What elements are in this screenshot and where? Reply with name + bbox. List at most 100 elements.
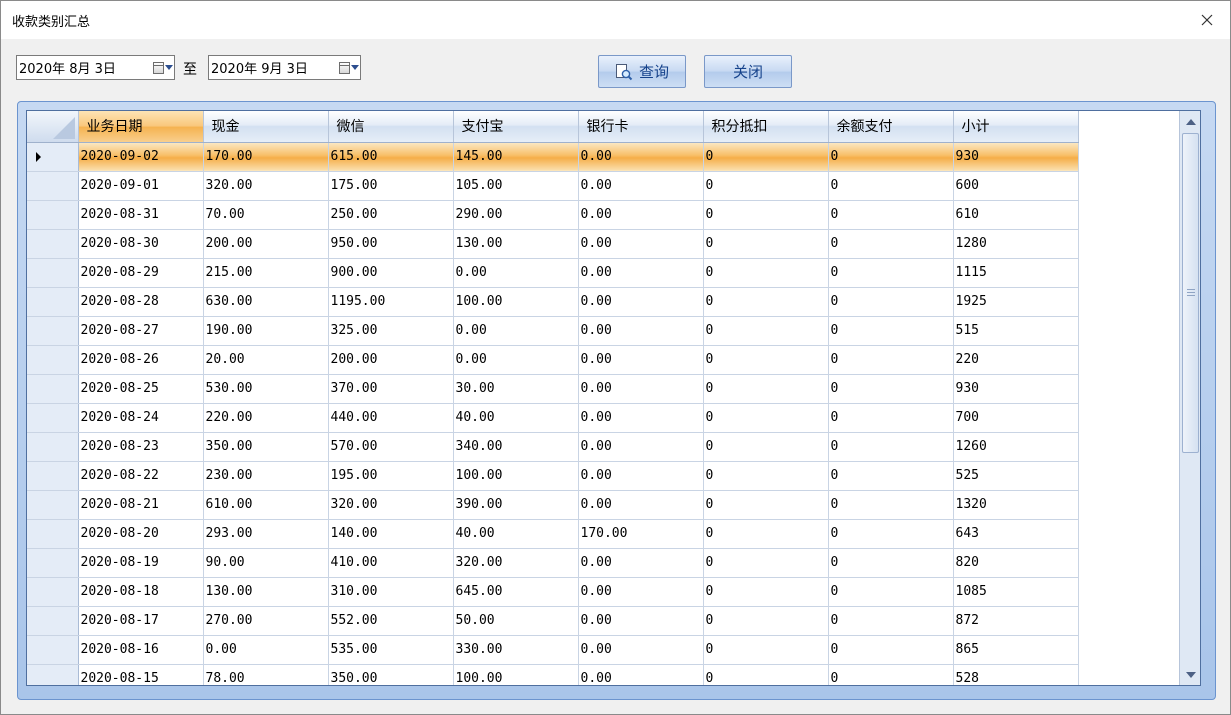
- table-row[interactable]: 2020-08-24 220.00 440.00 40.00 0.00 0 0 700: [27, 403, 1079, 433]
- table-cell[interactable]: 535.00: [328, 635, 454, 665]
- table-cell[interactable]: 865: [953, 635, 1079, 665]
- table-cell[interactable]: 2020-08-31: [78, 200, 204, 230]
- row-header[interactable]: [27, 229, 79, 259]
- table-cell[interactable]: 50.00: [453, 606, 579, 636]
- table-cell[interactable]: 0: [828, 258, 954, 288]
- table-cell[interactable]: 100.00: [453, 664, 579, 685]
- table-cell[interactable]: 2020-08-28: [78, 287, 204, 317]
- table-cell[interactable]: 440.00: [328, 403, 454, 433]
- select-all-corner[interactable]: [27, 111, 79, 143]
- table-cell[interactable]: 528: [953, 664, 1079, 685]
- table-cell[interactable]: 0: [703, 374, 829, 404]
- table-cell[interactable]: 1085: [953, 577, 1079, 607]
- table-cell[interactable]: 0.00: [578, 142, 704, 172]
- table-row[interactable]: 2020-08-30 200.00 950.00 130.00 0.00 0 0 1280: [27, 229, 1079, 259]
- table-cell[interactable]: 0.00: [578, 258, 704, 288]
- table-cell[interactable]: 330.00: [453, 635, 579, 665]
- table-cell[interactable]: 2020-08-26: [78, 345, 204, 375]
- table-cell[interactable]: 190.00: [203, 316, 329, 346]
- table-cell[interactable]: 0: [703, 606, 829, 636]
- table-cell[interactable]: 610.00: [203, 490, 329, 520]
- row-header[interactable]: [27, 432, 79, 462]
- table-cell[interactable]: 0.00: [578, 345, 704, 375]
- table-cell[interactable]: 2020-08-20: [78, 519, 204, 549]
- row-header[interactable]: [27, 577, 79, 607]
- table-cell[interactable]: 0.00: [453, 316, 579, 346]
- table-cell[interactable]: 0: [828, 287, 954, 317]
- table-cell[interactable]: 200.00: [203, 229, 329, 259]
- row-header[interactable]: [27, 664, 79, 685]
- table-cell[interactable]: 610: [953, 200, 1079, 230]
- table-cell[interactable]: 0: [703, 403, 829, 433]
- table-cell[interactable]: 525: [953, 461, 1079, 491]
- row-header[interactable]: [27, 403, 79, 433]
- table-cell[interactable]: 0.00: [578, 374, 704, 404]
- close-button[interactable]: 关闭: [704, 55, 792, 88]
- table-cell[interactable]: 215.00: [203, 258, 329, 288]
- table-cell[interactable]: 40.00: [453, 403, 579, 433]
- window-close-button[interactable]: [1184, 1, 1230, 39]
- query-button[interactable]: 查询: [598, 55, 686, 88]
- table-cell[interactable]: 145.00: [453, 142, 579, 172]
- table-cell[interactable]: 515: [953, 316, 1079, 346]
- scroll-down-button[interactable]: [1182, 666, 1199, 683]
- table-cell[interactable]: 0: [828, 374, 954, 404]
- table-cell[interactable]: 2020-09-01: [78, 171, 204, 201]
- table-row[interactable]: 2020-08-28 630.00 1195.00 100.00 0.00 0 0 1925: [27, 287, 1079, 317]
- table-row[interactable]: 2020-08-15 78.00 350.00 100.00 0.00 0 0 528: [27, 664, 1079, 685]
- table-cell[interactable]: 0.00: [578, 548, 704, 578]
- table-cell[interactable]: 0: [828, 171, 954, 201]
- table-cell[interactable]: 0.00: [578, 403, 704, 433]
- table-cell[interactable]: 320.00: [328, 490, 454, 520]
- table-row[interactable]: 2020-08-29 215.00 900.00 0.00 0.00 0 0 1115: [27, 258, 1079, 288]
- row-header[interactable]: [27, 142, 79, 172]
- scrollbar-thumb[interactable]: [1182, 133, 1199, 453]
- table-cell[interactable]: 90.00: [203, 548, 329, 578]
- row-header[interactable]: [27, 548, 79, 578]
- table-cell[interactable]: 2020-09-02: [78, 142, 204, 172]
- row-header[interactable]: [27, 606, 79, 636]
- table-row[interactable]: 2020-08-21 610.00 320.00 390.00 0.00 0 0 1320: [27, 490, 1079, 520]
- end-date-picker[interactable]: 2020年 9月 3日: [208, 55, 361, 80]
- table-cell[interactable]: 325.00: [328, 316, 454, 346]
- table-cell[interactable]: 2020-08-21: [78, 490, 204, 520]
- table-row[interactable]: 2020-09-01 320.00 175.00 105.00 0.00 0 0 600: [27, 171, 1079, 201]
- table-cell[interactable]: 600: [953, 171, 1079, 201]
- table-cell[interactable]: 0: [703, 432, 829, 462]
- summary-grid[interactable]: 业务日期 现金 微信 支付宝 银行卡 积分抵扣 余额支付 小计 2020-09-02 170.0…: [26, 110, 1201, 686]
- table-cell[interactable]: 0.00: [578, 171, 704, 201]
- table-row[interactable]: 2020-08-27 190.00 325.00 0.00 0.00 0 0 515: [27, 316, 1079, 346]
- table-cell[interactable]: 0.00: [578, 461, 704, 491]
- table-cell[interactable]: 2020-08-24: [78, 403, 204, 433]
- table-cell[interactable]: 370.00: [328, 374, 454, 404]
- table-cell[interactable]: 340.00: [453, 432, 579, 462]
- table-cell[interactable]: 1195.00: [328, 287, 454, 317]
- start-date-picker[interactable]: 2020年 8月 3日: [16, 55, 175, 80]
- column-header[interactable]: 现金: [203, 111, 329, 143]
- table-cell[interactable]: 950.00: [328, 229, 454, 259]
- table-cell[interactable]: 105.00: [453, 171, 579, 201]
- table-cell[interactable]: 0: [828, 345, 954, 375]
- table-cell[interactable]: 0: [703, 577, 829, 607]
- row-header[interactable]: [27, 635, 79, 665]
- table-cell[interactable]: 872: [953, 606, 1079, 636]
- vertical-scrollbar[interactable]: [1179, 111, 1200, 685]
- column-header[interactable]: 微信: [328, 111, 454, 143]
- column-header[interactable]: 积分抵扣: [703, 111, 829, 143]
- table-cell[interactable]: 0: [828, 432, 954, 462]
- start-date-dropdown-button[interactable]: [152, 56, 174, 79]
- table-cell[interactable]: 1115: [953, 258, 1079, 288]
- table-cell[interactable]: 0: [828, 142, 954, 172]
- table-cell[interactable]: 570.00: [328, 432, 454, 462]
- table-cell[interactable]: 175.00: [328, 171, 454, 201]
- row-header[interactable]: [27, 171, 79, 201]
- table-cell[interactable]: 0: [828, 461, 954, 491]
- table-cell[interactable]: 0: [828, 490, 954, 520]
- table-cell[interactable]: 270.00: [203, 606, 329, 636]
- table-cell[interactable]: 0: [703, 664, 829, 685]
- table-cell[interactable]: 0.00: [578, 606, 704, 636]
- table-cell[interactable]: 0: [703, 461, 829, 491]
- table-cell[interactable]: 0.00: [578, 287, 704, 317]
- table-cell[interactable]: 0: [703, 229, 829, 259]
- column-header[interactable]: 业务日期: [78, 111, 204, 143]
